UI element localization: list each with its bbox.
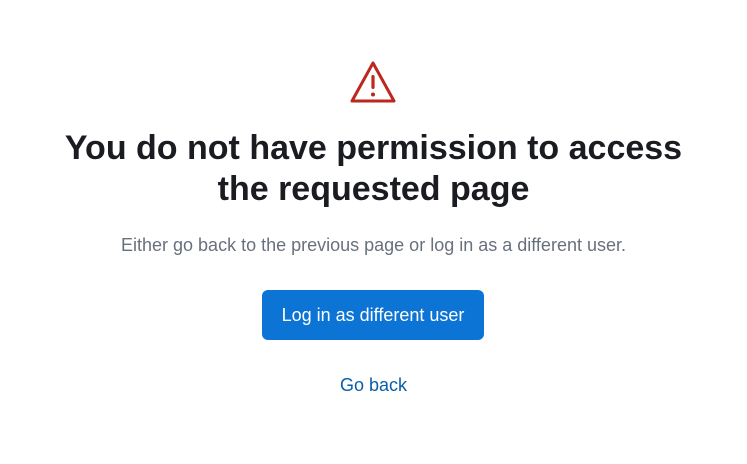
- explanation-text: Either go back to the previous page or l…: [121, 235, 626, 255]
- permission-denied-page: You do not have permission to access the…: [0, 0, 747, 464]
- warning-triangle-icon: [350, 60, 396, 104]
- login-different-user-button[interactable]: Log in as different user: [262, 290, 484, 340]
- page-title-line-1: You do not have permission to access: [64, 129, 683, 167]
- page-title-line-2: the requested page: [217, 170, 530, 208]
- go-back-link[interactable]: Go back: [0, 373, 747, 397]
- page-title: You do not have permission to access the…: [0, 128, 747, 210]
